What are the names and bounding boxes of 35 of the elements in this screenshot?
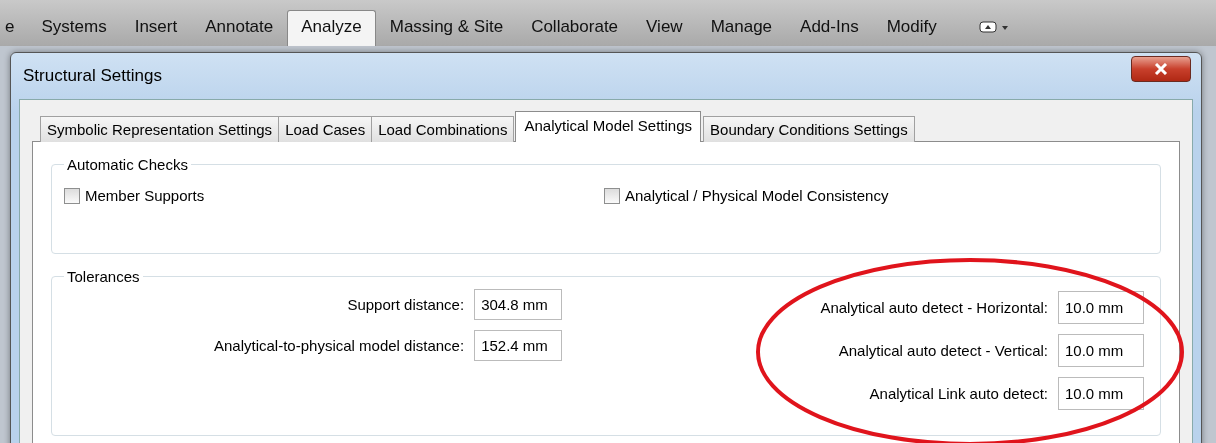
field-label: Analytical-to-physical model distance: (214, 337, 465, 354)
field-label: Analytical auto detect - Vertical: (838, 342, 1048, 359)
ribbon-tab[interactable]: Massing & Site (375, 10, 518, 46)
checkbox[interactable] (604, 187, 620, 204)
ribbon-tab[interactable]: Analyze (287, 10, 376, 46)
ribbon-tab[interactable]: View (632, 10, 697, 46)
ribbon-tab[interactable]: Insert (120, 10, 192, 46)
field-label: Support distance: (347, 296, 465, 313)
group-title: Tolerances (66, 268, 141, 285)
ribbon-tab[interactable]: Annotate (191, 10, 288, 46)
tab[interactable]: Symbolic Representation Settings (40, 116, 280, 142)
group-title: Automatic Checks (66, 156, 189, 173)
input-field[interactable]: 10.0 mm (1058, 377, 1144, 410)
tab[interactable]: Boundary Conditions Settings (703, 116, 915, 142)
close-button[interactable] (1131, 56, 1191, 82)
input-field[interactable]: 152.4 mm (474, 330, 563, 361)
ribbon-tab[interactable]: e (4, 10, 28, 46)
input-field[interactable]: 10.0 mm (1058, 334, 1144, 367)
checkbox[interactable] (64, 187, 80, 204)
field-label: Analytical auto detect - Horizontal: (820, 299, 1048, 316)
close-icon (1154, 63, 1168, 75)
checkbox-label: Member Supports (85, 187, 205, 204)
tab[interactable]: Analytical Model Settings (515, 111, 702, 142)
ribbon-tab[interactable]: Modify (872, 10, 951, 46)
input-field[interactable]: 10.0 mm (1058, 291, 1144, 324)
checkbox-label: Analytical / Physical Model Consistency (625, 187, 889, 204)
field-label: Analytical Link auto detect: (869, 385, 1048, 402)
tab[interactable]: Load Cases (278, 116, 373, 142)
ribbon-tab[interactable]: Add-Ins (786, 10, 873, 46)
ribbon-tab[interactable]: Collaborate (517, 10, 633, 46)
window-title: Structural Settings (23, 66, 162, 86)
ribbon-tab[interactable]: Systems (27, 10, 121, 46)
ribbon-tab[interactable]: Manage (696, 10, 787, 46)
tab[interactable]: Load Combinations (371, 116, 515, 142)
input-field[interactable]: 304.8 mm (474, 289, 563, 320)
